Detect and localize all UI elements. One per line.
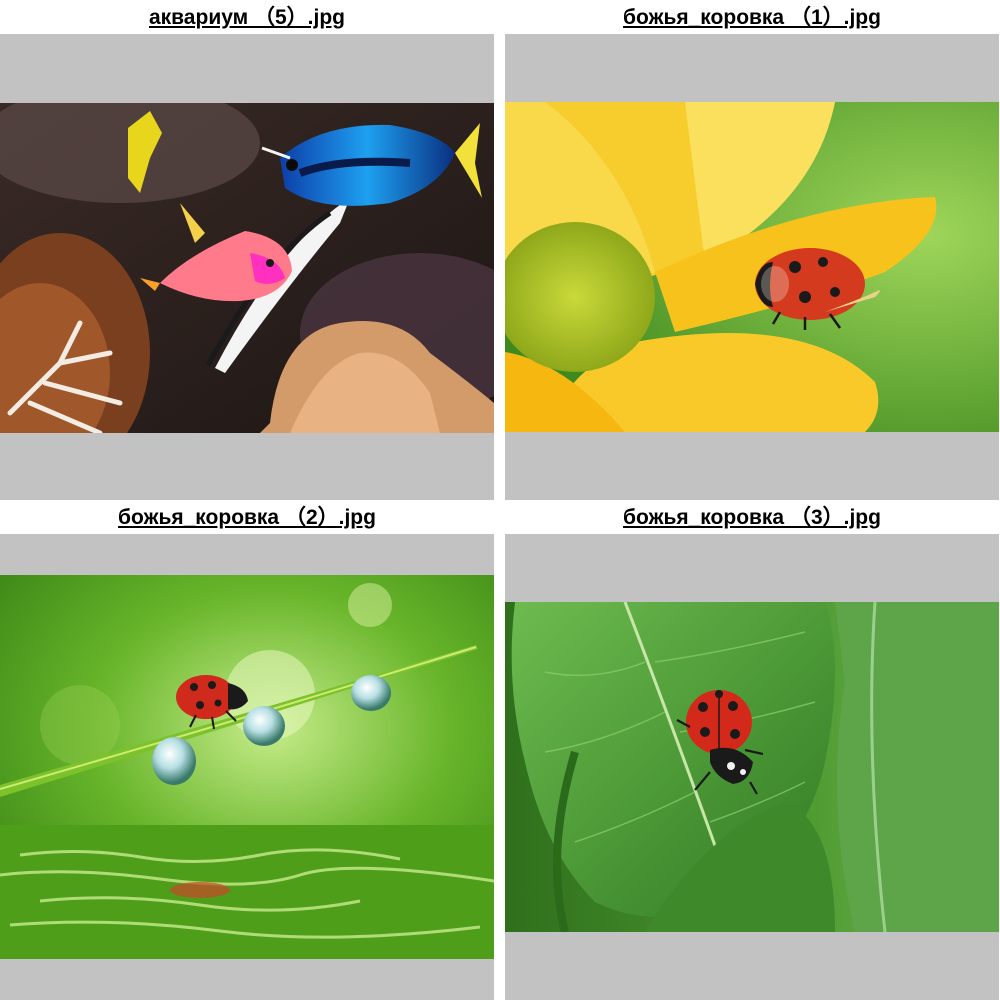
gallery-cell: божья_коровка （1）.jpg [505, 0, 999, 500]
image-thumbnail-ladybug-2[interactable] [0, 575, 494, 959]
image-frame [0, 534, 494, 1000]
ladybug-image-icon [505, 602, 999, 932]
ladybug-image-icon [505, 102, 999, 432]
gallery-cell: божья_коровка （2）.jpg [0, 500, 494, 1000]
image-frame [505, 534, 999, 1000]
gallery-cell: божья_коровка （3）.jpg [505, 500, 999, 1000]
image-frame [505, 34, 999, 500]
image-thumbnail-aquarium[interactable] [0, 103, 494, 433]
file-name-link[interactable]: аквариум （5）.jpg [0, 0, 494, 34]
gallery-cell: аквариум （5）.jpg [0, 0, 494, 500]
file-name-link[interactable]: божья_коровка （2）.jpg [0, 500, 494, 534]
ladybug-image-icon [0, 575, 494, 959]
fish-image-icon [0, 103, 494, 433]
file-name-link[interactable]: божья_коровка （3）.jpg [505, 500, 999, 534]
image-thumbnail-ladybug-1[interactable] [505, 102, 999, 432]
image-thumbnail-ladybug-3[interactable] [505, 602, 999, 932]
image-frame [0, 34, 494, 500]
file-name-link[interactable]: божья_коровка （1）.jpg [505, 0, 999, 34]
